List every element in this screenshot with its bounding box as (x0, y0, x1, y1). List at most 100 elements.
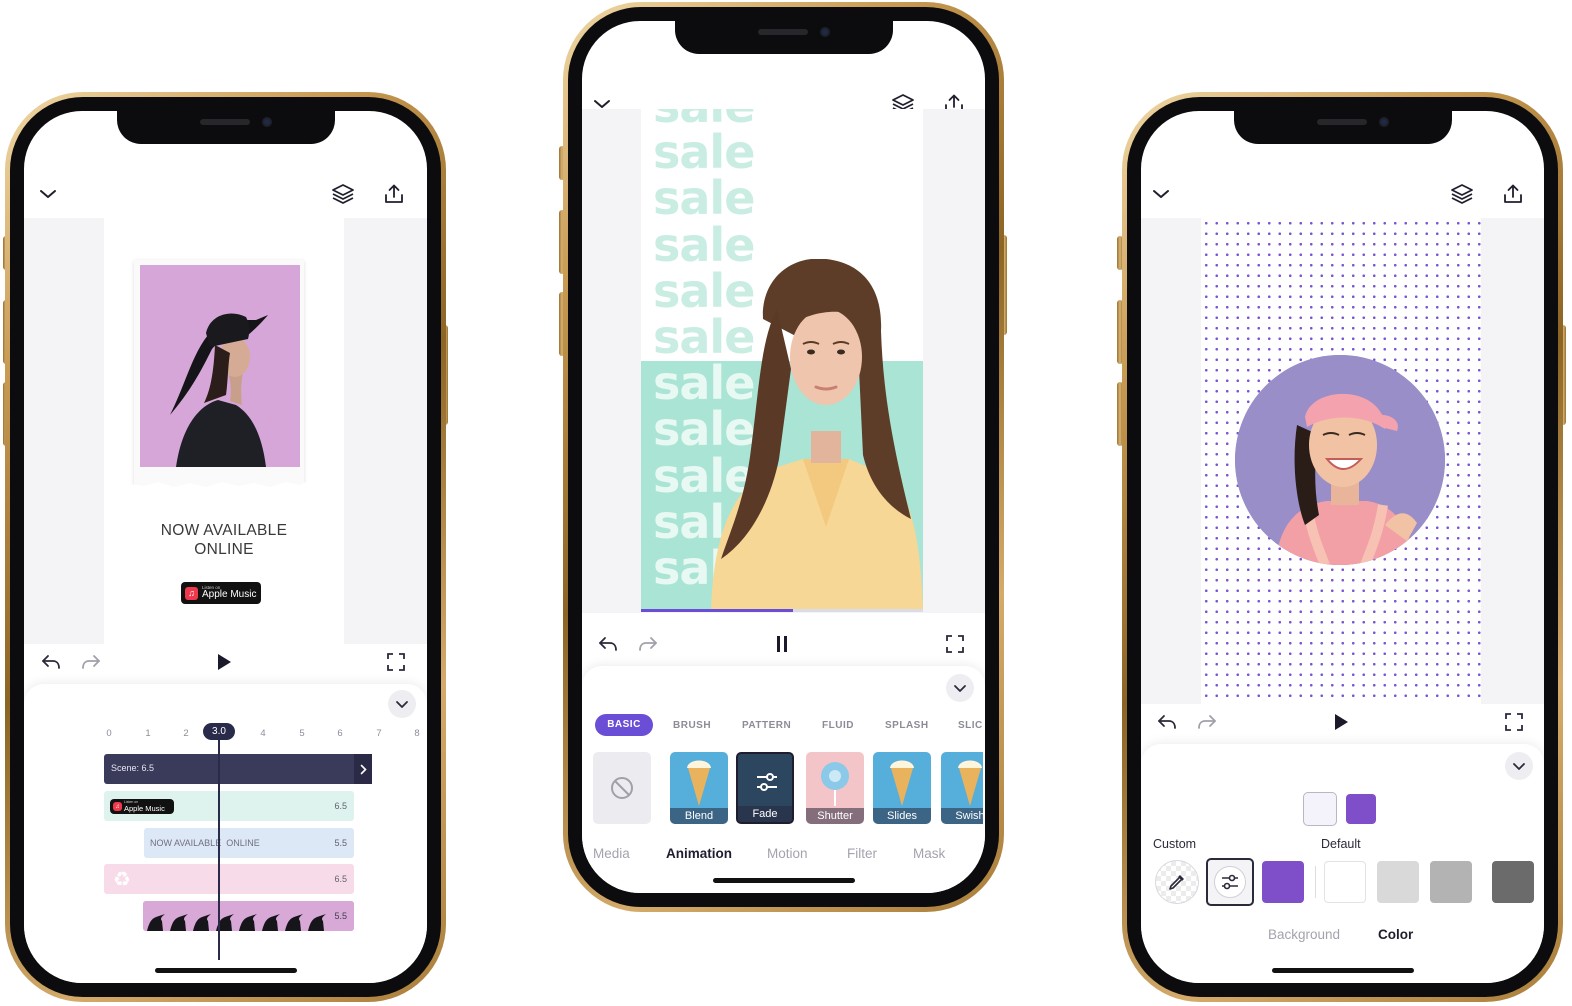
animation-slides[interactable]: Slides (873, 752, 931, 824)
category-tab-slice[interactable]: SLIC (958, 720, 983, 731)
badge-track[interactable]: ♫ Listen on Apple Music 6.5 (104, 791, 354, 821)
woman-portrait (711, 259, 923, 611)
play-icon[interactable] (209, 647, 239, 677)
animation-none[interactable] (593, 752, 651, 824)
story-poster[interactable]: NOW AVAILABLE ONLINE ♫ Listen on Apple M… (104, 218, 344, 644)
layers-icon[interactable] (327, 178, 359, 210)
tab-filter[interactable]: Filter (847, 846, 877, 861)
layers-icon[interactable] (1446, 178, 1478, 210)
progress-track[interactable] (641, 609, 923, 612)
default-color-swatch[interactable] (1377, 861, 1419, 903)
phone1-canvas-area: NOW AVAILABLE ONLINE ♫ Listen on Apple M… (24, 218, 427, 644)
phone1-playback-controls (24, 644, 427, 680)
chevron-down-icon[interactable] (1145, 178, 1177, 210)
phone3: Custom Default Background Color (1122, 92, 1563, 1002)
color-preview-primary[interactable] (1303, 792, 1337, 826)
tab-animation[interactable]: Animation (666, 846, 732, 861)
swatch-divider (1315, 866, 1316, 898)
tick-label: 6 (337, 728, 343, 739)
color-preview-secondary[interactable] (1346, 794, 1376, 824)
fullscreen-icon[interactable] (1499, 707, 1529, 737)
timeline-panel: 0 1 2 4 5 6 7 8 3.0 Scene: 6.5 ♫ Listen … (24, 684, 427, 983)
phone1-home-indicator (154, 968, 297, 973)
chevron-down-icon[interactable] (946, 674, 974, 702)
tick-label: 7 (376, 728, 382, 739)
default-color-swatch[interactable] (1430, 861, 1472, 903)
category-tab-fluid[interactable]: FLUID (822, 720, 854, 731)
eyedropper-icon[interactable] (1155, 860, 1199, 904)
phone3-screen: Custom Default Background Color (1141, 111, 1544, 983)
play-icon[interactable] (1326, 707, 1356, 737)
fullscreen-icon[interactable] (381, 647, 411, 677)
phone3-notch (1233, 111, 1452, 144)
playhead-line[interactable] (218, 740, 220, 960)
pause-icon[interactable] (767, 629, 797, 659)
phone1-notch (116, 111, 335, 144)
cone-icon (687, 760, 711, 806)
tab-background[interactable]: Background (1268, 927, 1340, 942)
category-tab-pattern[interactable]: PATTERN (742, 720, 791, 731)
phone1-screen: NOW AVAILABLE ONLINE ♫ Listen on Apple M… (24, 111, 427, 983)
undo-icon[interactable] (593, 629, 623, 659)
tab-mask[interactable]: Mask (913, 846, 945, 861)
default-color-swatch[interactable] (1324, 861, 1366, 903)
fullscreen-icon[interactable] (940, 629, 970, 659)
undo-icon[interactable] (36, 647, 66, 677)
sliders-icon (757, 773, 777, 791)
animation-label: Swish (941, 808, 983, 824)
chevron-down-icon[interactable] (1505, 752, 1533, 780)
custom-color-adjust-button[interactable] (1206, 858, 1254, 906)
animation-blend[interactable]: Blend (670, 752, 728, 824)
video-thumbnails (143, 901, 354, 931)
scene-label: Scene: 6.5 (111, 763, 155, 773)
sliders-icon (1214, 866, 1246, 898)
phone2: sale sale sale sale sale sale sale sale sale sale… (563, 2, 1004, 912)
phone1: NOW AVAILABLE ONLINE ♫ Listen on Apple M… (5, 92, 446, 1002)
lollipop-icon (821, 762, 849, 806)
badge-label: Apple Music (202, 589, 257, 601)
default-color-swatch[interactable] (1492, 861, 1534, 903)
scene-track[interactable]: Scene: 6.5 (104, 754, 372, 784)
sticker-track[interactable]: ♻ 6.5 (104, 864, 354, 894)
cone-icon (958, 760, 982, 806)
category-tab-brush[interactable]: BRUSH (673, 720, 711, 731)
share-icon[interactable] (1497, 178, 1529, 210)
phone2-screen: sale sale sale sale sale sale sale sale sale sale… (582, 21, 985, 893)
tick-label: 0 (106, 728, 112, 739)
video-track[interactable]: 5.5 (143, 901, 354, 931)
animation-label: Fade (738, 806, 792, 822)
circle-photo (1235, 355, 1445, 565)
smiling-woman-photo (1235, 355, 1445, 565)
phone1-top-bar (24, 174, 427, 214)
dotted-poster[interactable] (1201, 218, 1481, 704)
animation-fade[interactable]: Fade (736, 752, 794, 824)
tab-media[interactable]: Media (593, 846, 630, 861)
phone2-bezel: sale sale sale sale sale sale sale sale sale sale… (568, 7, 999, 907)
redo-icon[interactable] (1192, 707, 1222, 737)
tab-color[interactable]: Color (1378, 927, 1413, 942)
chevron-down-icon[interactable] (32, 178, 64, 210)
playhead-time[interactable]: 3.0 (203, 723, 235, 740)
phone2-playback-controls (582, 626, 985, 662)
custom-color-swatch[interactable] (1262, 861, 1304, 903)
share-icon[interactable] (378, 178, 410, 210)
animation-label: Slides (873, 808, 931, 824)
category-tab-basic[interactable]: BASIC (595, 714, 653, 736)
sale-poster[interactable]: sale sale sale sale sale sale sale sale sale sale… (641, 109, 923, 611)
undo-icon[interactable] (1152, 707, 1182, 737)
redo-icon[interactable] (633, 629, 663, 659)
animation-shutter[interactable]: Shutter (806, 752, 864, 824)
tick-label: 2 (183, 728, 189, 739)
chevron-right-icon[interactable] (354, 754, 372, 784)
phone3-top-bar (1141, 174, 1544, 214)
category-tab-splash[interactable]: SPLASH (885, 720, 929, 731)
chevron-down-icon[interactable] (388, 690, 416, 718)
text-track[interactable]: NOW AVAILABLE ONLINE 5.5 (144, 828, 354, 858)
phone3-playback-controls (1141, 704, 1544, 740)
recycle-icon: ♻ (113, 868, 131, 891)
redo-icon[interactable] (76, 647, 106, 677)
animation-swish[interactable]: Swish (941, 752, 983, 824)
track-duration: 5.5 (334, 838, 347, 848)
tab-motion[interactable]: Motion (767, 846, 808, 861)
track-duration: 6.5 (334, 874, 347, 884)
